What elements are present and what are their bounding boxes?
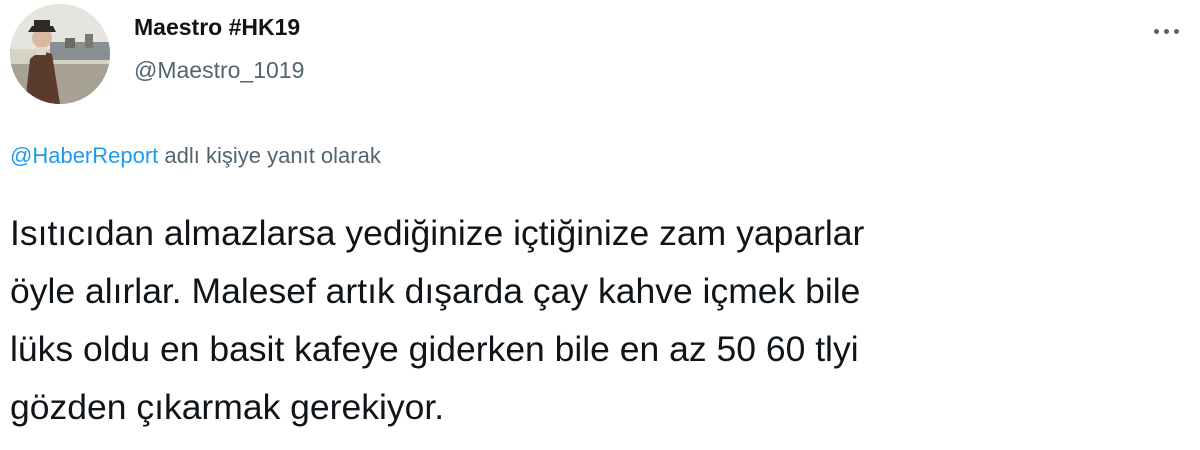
more-horizontal-icon <box>1153 28 1159 34</box>
avatar[interactable] <box>10 4 110 104</box>
tweet-text-line: gözden çıkarmak gerekiyor. <box>10 387 445 427</box>
more-horizontal-icon-dot <box>1173 28 1179 34</box>
tweet-text-line: lüks oldu en basit kafeye giderken bile … <box>10 329 859 369</box>
reply-context-text: adlı kişiye yanıt olarak <box>158 143 381 168</box>
tweet-text-line: Isıtıcıdan almazlarsa yediğinize içtiğin… <box>10 213 865 253</box>
profile-photo-icon <box>10 4 110 104</box>
tweet-text-line: öyle alırlar. Malesef artık dışarda çay … <box>10 271 861 311</box>
reply-mention-link[interactable]: @HaberReport <box>10 143 158 168</box>
reply-context: @HaberReport adlı kişiye yanıt olarak <box>10 143 381 169</box>
more-horizontal-icon-dot <box>1163 28 1169 34</box>
tweet-card: Maestro #HK19 @Maestro_1019 @HaberReport… <box>0 0 1200 450</box>
author-display-name[interactable]: Maestro #HK19 <box>134 14 300 41</box>
tweet-text: Isıtıcıdan almazlarsa yediğinize içtiğin… <box>10 204 1190 436</box>
more-options-button[interactable] <box>1144 18 1188 44</box>
author-handle[interactable]: @Maestro_1019 <box>134 57 304 84</box>
